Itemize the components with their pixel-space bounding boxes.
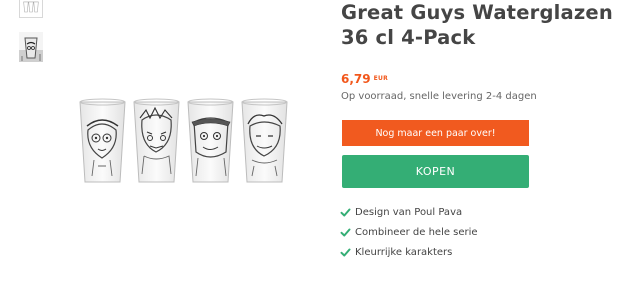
feature-text: Design van Poul Pava [355,206,463,218]
checkmark-icon [340,247,351,258]
buy-button[interactable]: KOPEN [342,155,529,188]
feature-item: Kleurrijke karakters [340,242,478,262]
feature-item: Design van Poul Pava [340,202,478,222]
thumbnail-glass-closeup[interactable] [19,32,43,62]
feature-text: Kleurrijke karakters [355,246,453,258]
checkmark-icon [340,227,351,238]
stock-status: Op voorraad, snelle levering 2-4 dagen [341,91,537,102]
glass-4 [241,98,288,183]
feature-text: Combineer de hele serie [355,226,478,238]
glass-2 [133,98,180,183]
checkmark-icon [340,207,351,218]
thumbnail-glasses-row[interactable] [19,0,43,18]
glasses-row-thumbnail-image [23,1,39,13]
glass-3 [187,98,234,183]
product-title: Great Guys Waterglazen 36 cl 4-Pack [341,1,613,49]
product-price: 6,79 EUR [341,72,388,86]
glass-1 [79,98,126,183]
price-currency: EUR [373,75,389,82]
four-water-glasses-illustration [79,98,288,183]
feature-list: Design van Poul Pava Combineer de hele s… [340,202,478,262]
feature-item: Combineer de hele serie [340,222,478,242]
price-amount: 6,79 [341,72,371,86]
glass-closeup-thumbnail-image [19,32,43,62]
low-stock-button[interactable]: Nog maar een paar over! [342,120,529,146]
product-image [76,96,300,188]
